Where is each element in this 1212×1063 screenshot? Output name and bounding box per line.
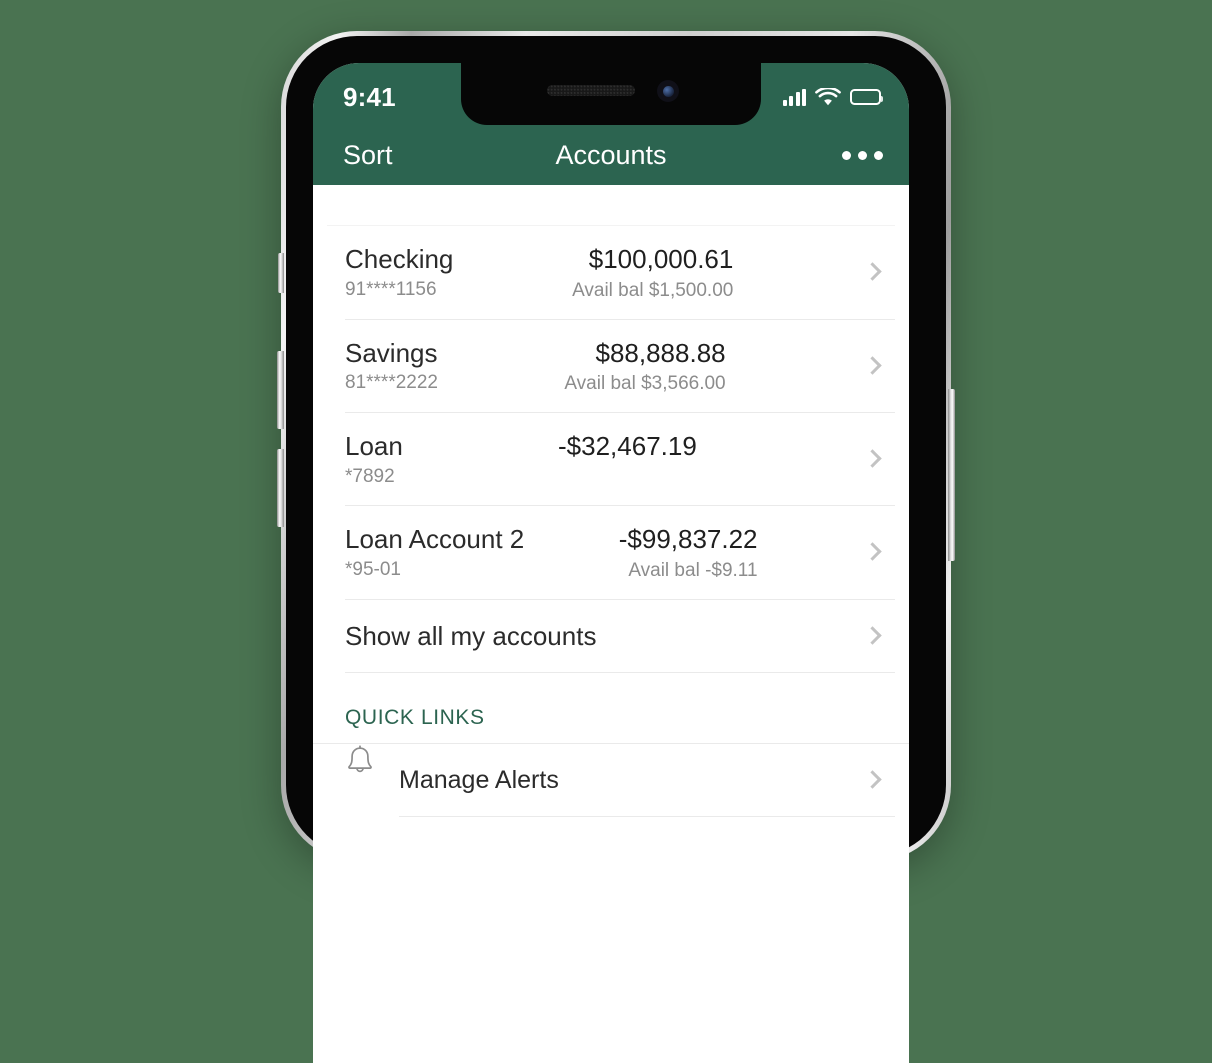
account-balances: $100,000.61 Avail bal $1,500.00 — [572, 244, 747, 302]
list-top-spacer — [313, 185, 909, 225]
account-balances: -$32,467.19 — [558, 431, 711, 467]
status-bar-icons — [782, 87, 910, 107]
chevron-right-icon[interactable] — [863, 356, 882, 375]
table-row[interactable]: Loan Account 2 *95-01 -$99,837.22 Avail … — [313, 506, 909, 600]
silent-switch-button[interactable] — [278, 253, 284, 293]
front-camera-icon — [657, 80, 679, 102]
status-bar-time: 9:41 — [343, 81, 396, 112]
account-balance: -$99,837.22 — [618, 524, 758, 555]
show-all-accounts-row[interactable]: Show all my accounts — [313, 600, 909, 676]
volume-up-button[interactable] — [277, 351, 284, 429]
account-available: Avail bal -$9.11 — [628, 559, 758, 581]
show-all-accounts-label: Show all my accounts — [345, 620, 597, 651]
account-name: Checking — [345, 244, 454, 274]
wifi-icon — [815, 87, 841, 105]
account-identity: Checking 91****1156 — [345, 244, 453, 301]
account-identity: Savings 81****2222 — [345, 338, 438, 395]
sort-button[interactable]: Sort — [343, 140, 393, 171]
account-name: Loan — [345, 431, 403, 462]
account-number: *95-01 — [345, 558, 401, 580]
power-button[interactable] — [948, 389, 955, 561]
chevron-right-icon[interactable] — [863, 769, 882, 789]
account-balances: $88,888.88 Avail bal $3,566.00 — [564, 338, 739, 396]
table-row[interactable]: Loan *7892 -$32,467.19 — [313, 413, 909, 507]
account-number: 81****2222 — [345, 372, 438, 394]
earpiece-speaker-icon — [547, 85, 635, 96]
quick-link-label: Manage Alerts — [399, 765, 559, 794]
account-available: Avail bal $1,500.00 — [572, 279, 734, 301]
account-available: Avail bal $3,566.00 — [564, 373, 726, 395]
phone-frame: 9:41 Sort Accounts Checking 91****1156 $… — [277, 31, 955, 1063]
account-name: Loan Account 2 — [345, 524, 525, 555]
volume-down-button[interactable] — [277, 449, 284, 527]
page-title: Accounts — [555, 139, 667, 170]
chevron-right-icon[interactable] — [863, 625, 882, 645]
account-balances: -$99,837.22 Avail bal -$9.11 — [619, 524, 772, 582]
phone-screen: 9:41 Sort Accounts Checking 91****1156 $… — [313, 63, 909, 1063]
account-identity: Loan *7892 — [345, 431, 403, 488]
bell-icon — [345, 744, 399, 777]
account-balance: -$32,467.19 — [558, 431, 697, 462]
chevron-right-icon[interactable] — [863, 262, 882, 282]
account-identity: Loan Account 2 *95-01 — [345, 524, 524, 581]
account-balance: $100,000.61 — [588, 244, 734, 274]
quick-link-item-manage-alerts[interactable]: Manage Alerts — [313, 744, 909, 820]
chevron-right-icon[interactable] — [863, 449, 882, 468]
battery-full-icon — [850, 89, 883, 105]
account-number: *7892 — [345, 466, 395, 488]
quick-links-header: QUICK LINKS — [313, 676, 909, 744]
table-row[interactable]: Savings 81****2222 $88,888.88 Avail bal … — [313, 320, 909, 414]
account-name: Savings — [345, 337, 438, 368]
account-number: 91****1156 — [345, 278, 437, 300]
cellular-signal-icon — [782, 88, 806, 106]
account-balance: $88,888.88 — [595, 337, 726, 368]
accounts-list: Checking 91****1156 $100,000.61 Avail ba… — [313, 185, 909, 820]
more-options-icon[interactable] — [842, 150, 883, 160]
table-row[interactable]: Checking 91****1156 $100,000.61 Avail ba… — [313, 226, 909, 320]
navigation-bar: Sort Accounts — [313, 125, 909, 185]
device-notch — [461, 63, 761, 125]
chevron-right-icon[interactable] — [863, 542, 882, 562]
